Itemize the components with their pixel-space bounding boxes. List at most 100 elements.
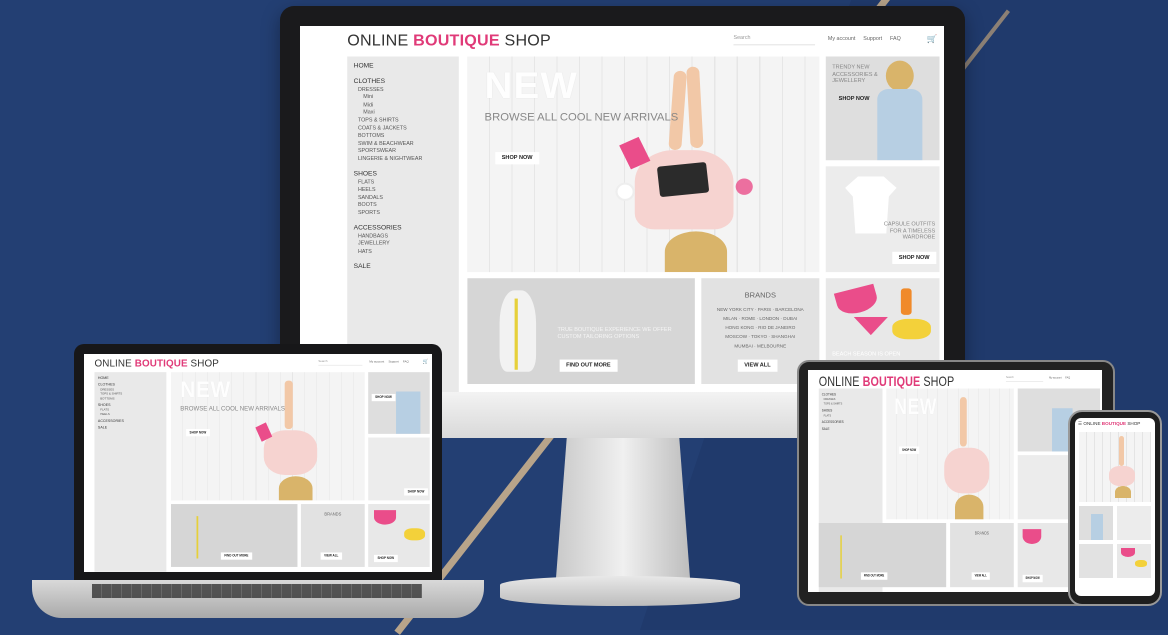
- hero-shop-now-button[interactable]: SHOP NOW: [186, 429, 210, 437]
- hero-banner: NEW BROWSE ALL COOL NEW ARRIVALS SHOP NO…: [467, 56, 820, 273]
- tile-beach-season[interactable]: SHOP NOW: [368, 504, 430, 567]
- nav-item-swim[interactable]: SWIM & BEACHWEAR: [358, 141, 459, 147]
- nav-item-flats[interactable]: FLATS: [824, 414, 883, 418]
- trendy-shop-now-button[interactable]: SHOP NOW: [832, 93, 876, 105]
- support-link[interactable]: Support: [863, 36, 882, 42]
- nav-shoes[interactable]: SHOES: [354, 170, 459, 177]
- flip-flops-image: [404, 528, 426, 541]
- faq-link[interactable]: FAQ: [403, 360, 409, 364]
- hero-shop-now-button[interactable]: SHOP NOW: [899, 446, 920, 454]
- find-out-more-button[interactable]: FIND OUT MORE: [860, 572, 888, 580]
- my-account-link[interactable]: My account: [1049, 376, 1062, 380]
- nav-item-bottoms[interactable]: BOTTOMS: [100, 397, 166, 401]
- bikini-image: [853, 316, 889, 336]
- nav-item-sports[interactable]: SPORTS: [358, 210, 459, 216]
- view-all-button[interactable]: VIEW ALL: [737, 359, 778, 372]
- hero-title: NEW: [180, 376, 231, 402]
- mobile-tile-brands[interactable]: [1079, 544, 1113, 578]
- nav-item-flats[interactable]: FLATS: [358, 179, 459, 185]
- nav-item-heels[interactable]: HEELS: [358, 187, 459, 193]
- nav-sale[interactable]: SALE: [354, 263, 459, 270]
- my-account-link[interactable]: My account: [828, 36, 855, 42]
- hero-shop-now-button[interactable]: SHOP NOW: [495, 152, 539, 165]
- nav-clothes[interactable]: CLOTHES: [354, 78, 459, 85]
- nav-item-flats[interactable]: FLATS: [100, 408, 166, 412]
- view-all-button[interactable]: VIEW ALL: [320, 552, 342, 560]
- tile-tailoring-text: TRUE BOUTIQUE EXPERIENCE WE OFFER CUSTOM…: [557, 327, 672, 340]
- mobile-tile-capsule[interactable]: [1117, 506, 1151, 540]
- nav-shoes[interactable]: SHOES: [98, 403, 166, 407]
- nav-item-dresses[interactable]: DRESSES: [100, 388, 166, 392]
- tile-brands[interactable]: BRANDS VIEW ALL: [950, 523, 1014, 588]
- nav-item-sandals[interactable]: SANDALS: [358, 195, 459, 201]
- shop-logo[interactable]: ONLINE BOUTIQUE SHOP: [819, 374, 955, 390]
- shop-logo[interactable]: ONLINE BOUTIQUE SHOP: [94, 358, 219, 370]
- nav-accessories[interactable]: ACCESSORIES: [98, 419, 166, 423]
- nav-shoes[interactable]: SHOES: [822, 408, 883, 412]
- brands-title: BRANDS: [324, 512, 342, 517]
- nav-item-heels[interactable]: HEELS: [100, 413, 166, 417]
- hamburger-menu-icon[interactable]: ☰: [1078, 421, 1082, 426]
- tile-tailoring[interactable]: TRUE BOUTIQUE EXPERIENCE WE OFFER CUSTOM…: [467, 278, 695, 384]
- tile-trendy-accessories[interactable]: TRENDY NEW ACCESSORIES & JEWELLERY SHOP …: [825, 56, 940, 161]
- nav-sale[interactable]: SALE: [822, 427, 883, 431]
- nav-item-mini[interactable]: Mini: [363, 94, 458, 100]
- category-sidebar: HOME CLOTHES DRESSES Mini Midi Maxi TOPS…: [347, 56, 459, 392]
- shopping-cart-icon[interactable]: 🛒: [423, 359, 429, 364]
- nav-home[interactable]: HOME: [98, 376, 166, 380]
- capsule-shop-now-button[interactable]: SHOP NOW: [404, 488, 428, 496]
- nav-item-dresses[interactable]: DRESSES: [824, 398, 883, 402]
- search-input[interactable]: Search: [1005, 376, 1044, 382]
- nav-item-tops[interactable]: TOPS & SHIRTS: [358, 117, 459, 123]
- nav-item-hats[interactable]: HATS: [358, 248, 459, 254]
- nav-accessories[interactable]: ACCESSORIES: [354, 224, 459, 231]
- nav-item-lingerie[interactable]: LINGERIE & NIGHTWEAR: [358, 156, 459, 162]
- my-account-link[interactable]: My account: [369, 360, 384, 364]
- nav-accessories[interactable]: ACCESSORIES: [822, 420, 883, 424]
- header-links: My account Support FAQ: [369, 360, 412, 364]
- nav-home[interactable]: HOME: [354, 63, 459, 70]
- tile-tailoring[interactable]: FIND OUT MORE: [818, 523, 947, 588]
- beach-shop-now-button[interactable]: SHOP NOW: [374, 554, 398, 563]
- nav-sale[interactable]: SALE: [98, 425, 166, 429]
- nav-item-coats[interactable]: COATS & JACKETS: [358, 125, 459, 131]
- nav-item-bottoms[interactable]: BOTTOMS: [358, 133, 459, 139]
- nav-clothes[interactable]: CLOTHES: [822, 392, 883, 396]
- nav-clothes[interactable]: CLOTHES: [98, 382, 166, 386]
- desktop-screen: ONLINE BOUTIQUE SHOP Search My account S…: [300, 26, 944, 392]
- search-input[interactable]: Search: [733, 35, 816, 46]
- hero-legs-image: [686, 66, 704, 149]
- nav-item-tops[interactable]: TOPS & SHIRTS: [824, 402, 883, 406]
- shopping-cart-icon[interactable]: 🛒: [927, 34, 938, 43]
- tile-capsule-outfits[interactable]: SHOP NOW: [368, 437, 430, 501]
- nav-item-boots[interactable]: BOOTS: [358, 202, 459, 208]
- nav-item-jewellery[interactable]: JEWELLERY: [358, 241, 459, 247]
- tile-tailoring[interactable]: FIND OUT MORE: [171, 504, 298, 567]
- sunscreen-image: [900, 288, 912, 315]
- nav-item-handbags[interactable]: HANDBAGS: [358, 233, 459, 239]
- search-input[interactable]: Search: [318, 359, 363, 366]
- nav-item-maxi[interactable]: Maxi: [363, 110, 458, 116]
- nav-item-midi[interactable]: Midi: [363, 102, 458, 108]
- capsule-shop-now-button[interactable]: SHOP NOW: [892, 251, 937, 264]
- faq-link[interactable]: FAQ: [1065, 376, 1070, 380]
- measuring-tape-image: [514, 298, 518, 370]
- bikini-image: [833, 283, 880, 318]
- beach-shop-now-button[interactable]: SHOP NOW: [1022, 574, 1043, 583]
- find-out-more-button[interactable]: FIND OUT MORE: [220, 552, 252, 560]
- nav-item-sportswear[interactable]: SPORTSWEAR: [358, 148, 459, 154]
- view-all-button[interactable]: VIEW ALL: [971, 572, 990, 580]
- tile-brands[interactable]: BRANDS VIEW ALL: [300, 504, 365, 567]
- shop-logo[interactable]: ONLINE BOUTIQUE SHOP: [347, 32, 551, 49]
- laptop-keyboard: [92, 584, 422, 598]
- nav-item-dresses[interactable]: DRESSES: [358, 87, 459, 93]
- faq-link[interactable]: FAQ: [890, 36, 901, 42]
- hero-flowers-image: [735, 178, 753, 195]
- tile-trendy-accessories[interactable]: SHOP NOW: [368, 372, 430, 434]
- hero-title: NEW: [894, 393, 937, 419]
- support-link[interactable]: Support: [388, 360, 398, 364]
- tile-capsule-outfits[interactable]: CAPSULE OUTFITS FOR A TIMELESS WARDROBE …: [825, 166, 940, 273]
- nav-item-tops[interactable]: TOPS & SHIRTS: [100, 392, 166, 396]
- find-out-more-button[interactable]: FIND OUT MORE: [559, 359, 618, 372]
- trendy-shop-now-button[interactable]: SHOP NOW: [371, 393, 396, 402]
